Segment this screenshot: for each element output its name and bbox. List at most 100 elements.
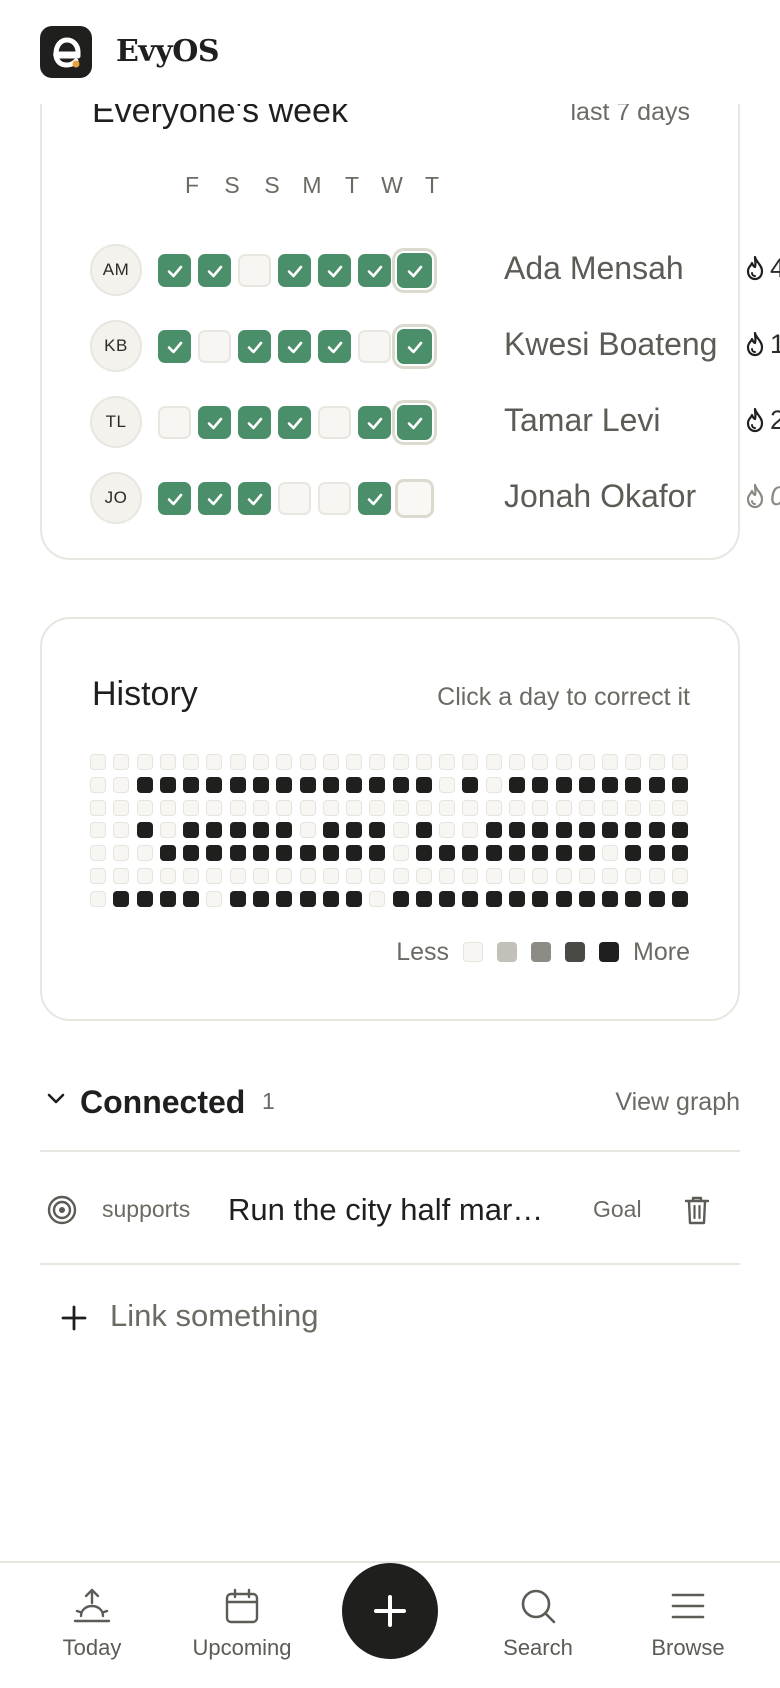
- history-day-cell[interactable]: [299, 890, 316, 907]
- history-day-cell[interactable]: [532, 845, 549, 862]
- history-day-cell[interactable]: [322, 868, 339, 884]
- history-day-cell[interactable]: [439, 799, 456, 816]
- history-day-cell[interactable]: [532, 890, 549, 907]
- history-day-cell[interactable]: [369, 799, 386, 816]
- history-day-cell[interactable]: [369, 822, 386, 839]
- history-day-cell[interactable]: [229, 776, 246, 793]
- history-day-cell[interactable]: [509, 799, 526, 816]
- history-day-cell[interactable]: [648, 868, 665, 884]
- history-day-cell[interactable]: [206, 822, 223, 839]
- history-day-cell[interactable]: [136, 890, 153, 907]
- day-check-empty[interactable]: [318, 406, 351, 439]
- history-day-cell[interactable]: [555, 799, 572, 816]
- history-day-cell[interactable]: [299, 754, 316, 770]
- history-day-cell[interactable]: [555, 822, 572, 839]
- history-day-cell[interactable]: [369, 754, 386, 770]
- trash-icon[interactable]: [682, 1194, 712, 1226]
- history-day-cell[interactable]: [276, 822, 293, 839]
- history-day-cell[interactable]: [299, 868, 316, 884]
- day-check-done[interactable]: [158, 482, 191, 515]
- history-day-cell[interactable]: [532, 799, 549, 816]
- history-day-cell[interactable]: [672, 822, 688, 839]
- history-day-cell[interactable]: [229, 868, 246, 884]
- day-check-done[interactable]: [318, 330, 351, 363]
- history-day-cell[interactable]: [322, 822, 339, 839]
- history-day-cell[interactable]: [602, 845, 619, 862]
- history-day-cell[interactable]: [648, 822, 665, 839]
- history-day-cell[interactable]: [206, 845, 223, 862]
- history-day-cell[interactable]: [392, 868, 409, 884]
- history-day-cell[interactable]: [439, 868, 456, 884]
- history-day-cell[interactable]: [229, 845, 246, 862]
- history-day-cell[interactable]: [159, 890, 176, 907]
- history-day-cell[interactable]: [136, 868, 153, 884]
- history-day-cell[interactable]: [369, 845, 386, 862]
- history-day-cell[interactable]: [392, 822, 409, 839]
- day-check-done[interactable]: [278, 406, 311, 439]
- day-check-empty[interactable]: [278, 482, 311, 515]
- history-day-cell[interactable]: [229, 754, 246, 770]
- view-graph-link[interactable]: View graph: [615, 1088, 740, 1117]
- history-day-cell[interactable]: [206, 868, 223, 884]
- day-check-done[interactable]: [358, 254, 391, 287]
- history-day-cell[interactable]: [90, 868, 106, 884]
- history-day-cell[interactable]: [578, 845, 595, 862]
- history-day-cell[interactable]: [578, 754, 595, 770]
- history-day-cell[interactable]: [462, 890, 479, 907]
- history-day-cell[interactable]: [159, 754, 176, 770]
- history-day-cell[interactable]: [276, 845, 293, 862]
- history-day-cell[interactable]: [439, 822, 456, 839]
- history-day-cell[interactable]: [485, 890, 502, 907]
- history-day-cell[interactable]: [183, 890, 200, 907]
- history-day-cell[interactable]: [206, 754, 223, 770]
- history-day-cell[interactable]: [322, 845, 339, 862]
- day-check-empty[interactable]: [318, 482, 351, 515]
- history-day-cell[interactable]: [485, 822, 502, 839]
- day-check-empty[interactable]: [395, 479, 434, 518]
- history-day-cell[interactable]: [322, 890, 339, 907]
- history-day-cell[interactable]: [113, 822, 130, 839]
- history-day-cell[interactable]: [415, 822, 432, 839]
- history-day-cell[interactable]: [136, 776, 153, 793]
- history-day-cell[interactable]: [648, 890, 665, 907]
- history-day-cell[interactable]: [672, 845, 688, 862]
- history-day-cell[interactable]: [252, 822, 269, 839]
- history-day-cell[interactable]: [252, 868, 269, 884]
- history-day-cell[interactable]: [229, 799, 246, 816]
- history-day-cell[interactable]: [113, 776, 130, 793]
- history-day-cell[interactable]: [159, 822, 176, 839]
- chevron-down-icon[interactable]: [44, 1086, 68, 1110]
- day-check-empty[interactable]: [198, 330, 231, 363]
- history-day-cell[interactable]: [555, 868, 572, 884]
- day-check-done[interactable]: [358, 406, 391, 439]
- connected-header[interactable]: Connected 1 View graph: [40, 1080, 740, 1124]
- history-day-cell[interactable]: [90, 890, 106, 907]
- day-check-done[interactable]: [238, 406, 271, 439]
- history-day-cell[interactable]: [672, 754, 688, 770]
- history-day-cell[interactable]: [346, 799, 363, 816]
- history-day-cell[interactable]: [346, 822, 363, 839]
- history-day-cell[interactable]: [485, 754, 502, 770]
- history-day-cell[interactable]: [252, 845, 269, 862]
- history-day-cell[interactable]: [206, 776, 223, 793]
- history-day-cell[interactable]: [532, 776, 549, 793]
- history-day-cell[interactable]: [90, 799, 106, 816]
- history-day-cell[interactable]: [346, 754, 363, 770]
- history-day-cell[interactable]: [415, 845, 432, 862]
- history-day-cell[interactable]: [113, 868, 130, 884]
- history-day-cell[interactable]: [485, 776, 502, 793]
- history-day-cell[interactable]: [625, 868, 642, 884]
- history-day-cell[interactable]: [299, 822, 316, 839]
- history-day-cell[interactable]: [299, 845, 316, 862]
- history-day-cell[interactable]: [136, 799, 153, 816]
- history-day-cell[interactable]: [322, 799, 339, 816]
- history-day-cell[interactable]: [578, 799, 595, 816]
- history-day-cell[interactable]: [136, 822, 153, 839]
- history-day-cell[interactable]: [485, 868, 502, 884]
- day-check-empty[interactable]: [358, 330, 391, 363]
- history-day-cell[interactable]: [276, 754, 293, 770]
- history-day-cell[interactable]: [509, 890, 526, 907]
- history-day-cell[interactable]: [462, 845, 479, 862]
- history-day-cell[interactable]: [439, 776, 456, 793]
- history-day-cell[interactable]: [346, 845, 363, 862]
